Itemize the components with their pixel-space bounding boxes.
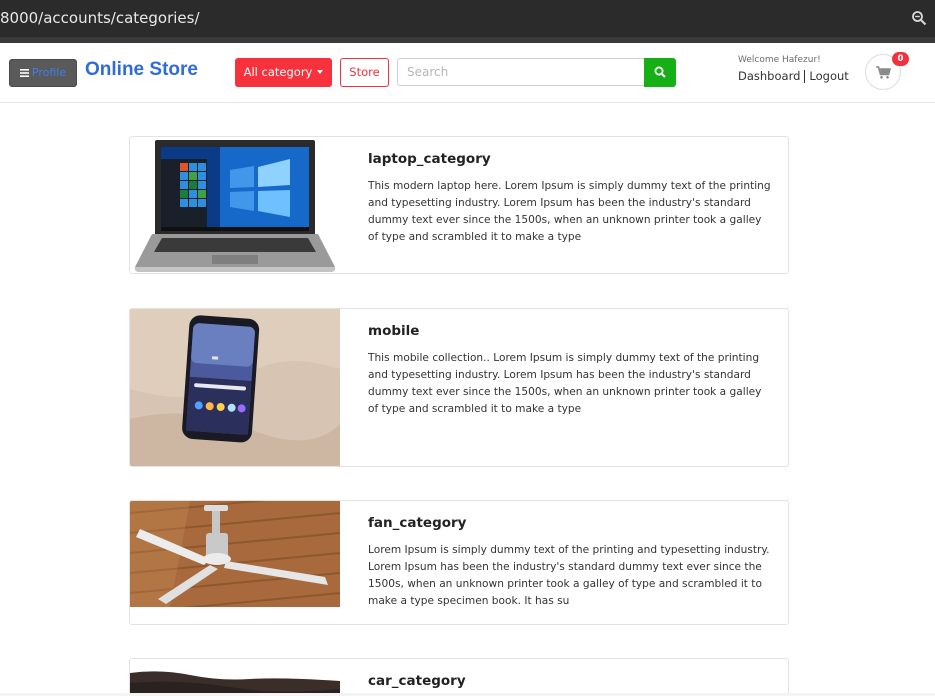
url-text[interactable]: 8000/accounts/categories/ xyxy=(0,0,200,37)
category-description: This modern laptop here. Lorem Ipsum is … xyxy=(368,180,771,243)
search-button[interactable] xyxy=(644,58,676,87)
category-title[interactable]: fan_category xyxy=(368,515,466,531)
zoom-icon[interactable] xyxy=(911,10,927,26)
mobile-image[interactable] xyxy=(130,309,340,466)
browser-address-bar: 8000/accounts/categories/ xyxy=(0,0,935,37)
menu-icon xyxy=(19,69,29,77)
profile-label: Profile xyxy=(31,66,67,79)
category-title[interactable]: laptop_category xyxy=(368,151,491,167)
category-card-laptop[interactable]: laptop_category This modern laptop here.… xyxy=(129,136,789,274)
fan-image[interactable] xyxy=(130,501,340,607)
cart-icon xyxy=(876,66,891,79)
brand-logo[interactable]: Online Store xyxy=(85,57,198,83)
category-title[interactable]: mobile xyxy=(368,323,419,339)
laptop-image[interactable] xyxy=(130,137,340,273)
category-card-fan[interactable]: fan_category Lorem Ipsum is simply dummy… xyxy=(129,500,789,625)
link-divider xyxy=(804,70,806,83)
search-icon xyxy=(654,66,666,78)
user-links: Dashboard Logout xyxy=(738,69,849,83)
category-card-car[interactable]: car_category xyxy=(129,658,789,696)
dashboard-link[interactable]: Dashboard xyxy=(738,69,800,83)
caret-down-icon xyxy=(317,69,324,74)
all-category-dropdown[interactable]: All category xyxy=(235,58,332,87)
profile-button[interactable]: Profile xyxy=(9,59,77,87)
store-button[interactable]: Store xyxy=(340,58,389,87)
logout-link[interactable]: Logout xyxy=(809,69,848,83)
site-header: Profile Online Store All category Store … xyxy=(0,43,935,103)
category-description: Lorem Ipsum is simply dummy text of the … xyxy=(368,544,770,607)
search-input[interactable] xyxy=(397,58,645,86)
all-category-label: All category xyxy=(243,65,313,79)
welcome-text: Welcome Hafezur! xyxy=(738,55,821,65)
category-card-mobile[interactable]: mobile This mobile collection.. Lorem Ip… xyxy=(129,308,789,467)
cart-count-badge: 0 xyxy=(892,52,909,66)
category-description: This mobile collection.. Lorem Ipsum is … xyxy=(368,352,762,415)
category-title[interactable]: car_category xyxy=(368,673,466,689)
car-image[interactable] xyxy=(130,659,340,696)
